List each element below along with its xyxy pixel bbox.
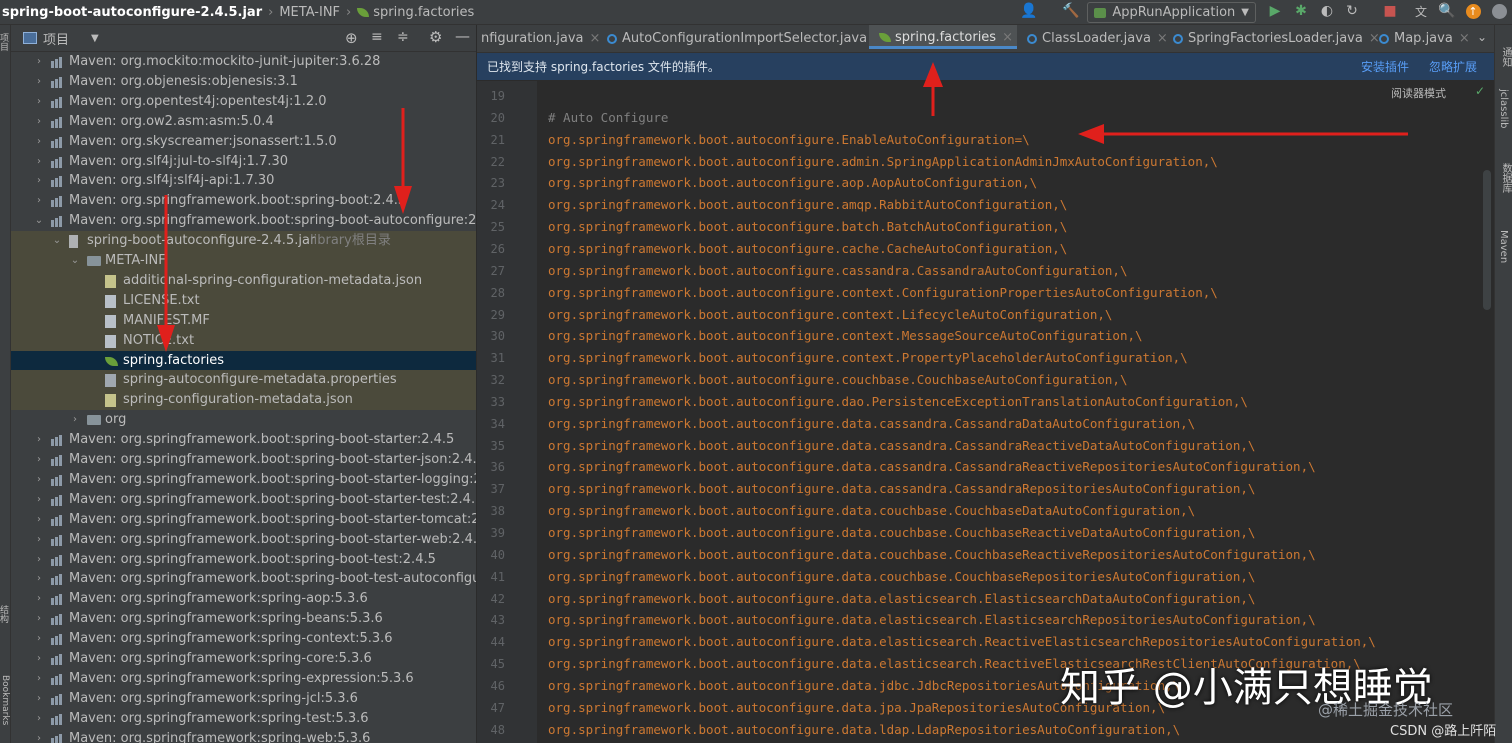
juejin-watermark: @稀土掘金技术社区 xyxy=(1318,701,1454,719)
annotation-arrow-to-spring-factories xyxy=(157,195,175,352)
annotation-arrow-up-tab xyxy=(923,62,943,116)
annotation-arrow-left-enable-auto-config xyxy=(1078,124,1408,144)
annotation-arrow-down-tree xyxy=(394,108,412,214)
annotation-arrows xyxy=(157,62,1408,352)
csdn-watermark: CSDN @路上阡陌 xyxy=(1390,724,1497,739)
